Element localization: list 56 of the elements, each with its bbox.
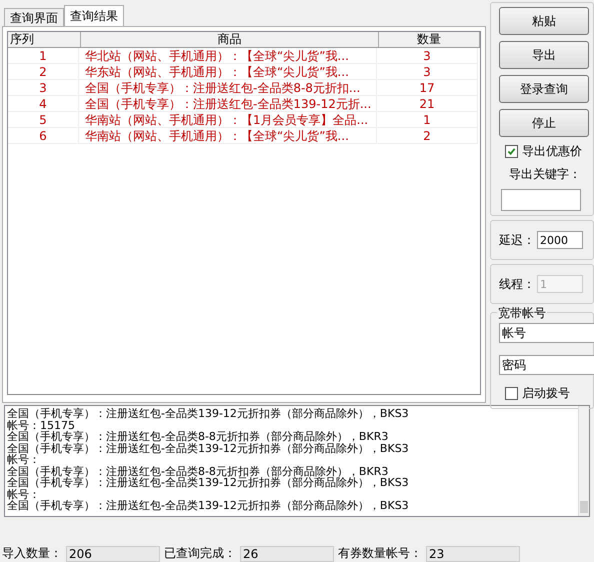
log-line: 全国（手机专享）：注册送红包-全品类8-8元折扣券（部分商品除外），BKR3 <box>7 466 390 477</box>
password-field[interactable]: 密码 <box>499 355 594 375</box>
log-line: 全国（手机专享）：注册送红包-全品类139-12元折扣券（部分商品除外），BKS3 <box>7 477 410 488</box>
keyword-field[interactable] <box>501 189 581 211</box>
checkbox-label: 启动拨号 <box>522 385 570 402</box>
table-cell: 3 <box>8 80 79 96</box>
table-cell: 华北站（网站、手机通用）：【全球“尖儿货”我... <box>79 48 377 64</box>
table-cell: 全国（手机专享）：注册送红包-全品类139-12元折... <box>79 96 377 112</box>
status-value: 23 <box>426 546 520 562</box>
action-button[interactable]: 粘贴 <box>499 7 589 35</box>
field-label: 线程： <box>499 276 535 292</box>
log-line: 全国（手机专享）：注册送红包-全品类8-8元折扣券（部分商品除外），BKR3 <box>7 431 390 442</box>
action-button[interactable]: 停止 <box>499 109 589 137</box>
action-button[interactable]: 登录查询 <box>499 75 589 103</box>
table-cell: 3 <box>377 48 478 64</box>
log-line: 帐号：15175 <box>7 420 75 431</box>
log-line: 帐号： <box>7 454 40 466</box>
group-title: 宽带帐号 <box>497 305 547 322</box>
table-cell: 3 <box>377 64 478 80</box>
table-cell: 4 <box>8 96 79 112</box>
delay-field[interactable]: 2000 <box>537 231 583 249</box>
account-field[interactable]: 帐号 <box>499 323 594 343</box>
table-cell: 5 <box>8 112 79 128</box>
table-cell: 华南站（网站、手机通用）：【全球“尖儿货”我... <box>79 128 377 144</box>
column-header[interactable]: 商品 <box>80 32 380 47</box>
table-cell: 全国（手机专享）：注册送红包-全品类8-8元折扣... <box>79 80 377 96</box>
table-cell: 华南站（网站、手机通用）：【1月会员专享】全品... <box>79 112 377 128</box>
table-cell: 6 <box>8 128 79 144</box>
field-label: 导出关键字： <box>508 166 582 183</box>
status-value: 26 <box>240 546 334 562</box>
field-label: 延迟： <box>499 232 535 248</box>
table-cell: 2 <box>377 128 478 144</box>
status-label: 有券数量帐号： <box>338 545 422 562</box>
checkbox[interactable] <box>505 387 518 400</box>
status-label: 已查询完成： <box>164 545 236 562</box>
log-area[interactable] <box>4 405 590 517</box>
checkbox-label: 导出优惠价 <box>522 143 582 160</box>
column-header[interactable]: 数量 <box>379 32 480 47</box>
table-cell: 1 <box>377 112 478 128</box>
scrollbar[interactable] <box>578 406 589 516</box>
table-cell: 17 <box>377 80 478 96</box>
log-line: 全国（手机专享）：注册送红包-全品类139-12元折扣券（部分商品除外），BKS3 <box>7 500 410 512</box>
tab[interactable]: 查询界面 <box>4 8 64 26</box>
log-line: 全国（手机专享）：注册送红包-全品类139-12元折扣券（部分商品除外），BKS3 <box>7 442 410 454</box>
table-cell: 1 <box>8 48 79 64</box>
table-cell: 2 <box>8 64 79 80</box>
table-cell: 华东站（网站、手机通用）：【全球“尖儿货”我... <box>79 64 377 80</box>
status-value: 206 <box>66 546 160 562</box>
action-button[interactable]: 导出 <box>499 41 589 69</box>
tab[interactable]: 查询结果 <box>64 5 124 26</box>
checkbox[interactable] <box>505 145 518 158</box>
table-cell: 21 <box>377 96 478 112</box>
status-label: 导入数量： <box>2 545 62 562</box>
log-line: 帐号： <box>7 488 40 500</box>
column-header[interactable]: 序列 <box>8 32 81 47</box>
log-line: 全国（手机专享）：注册送红包-全品类139-12元折扣券（部分商品除外），BKS3 <box>7 408 410 420</box>
